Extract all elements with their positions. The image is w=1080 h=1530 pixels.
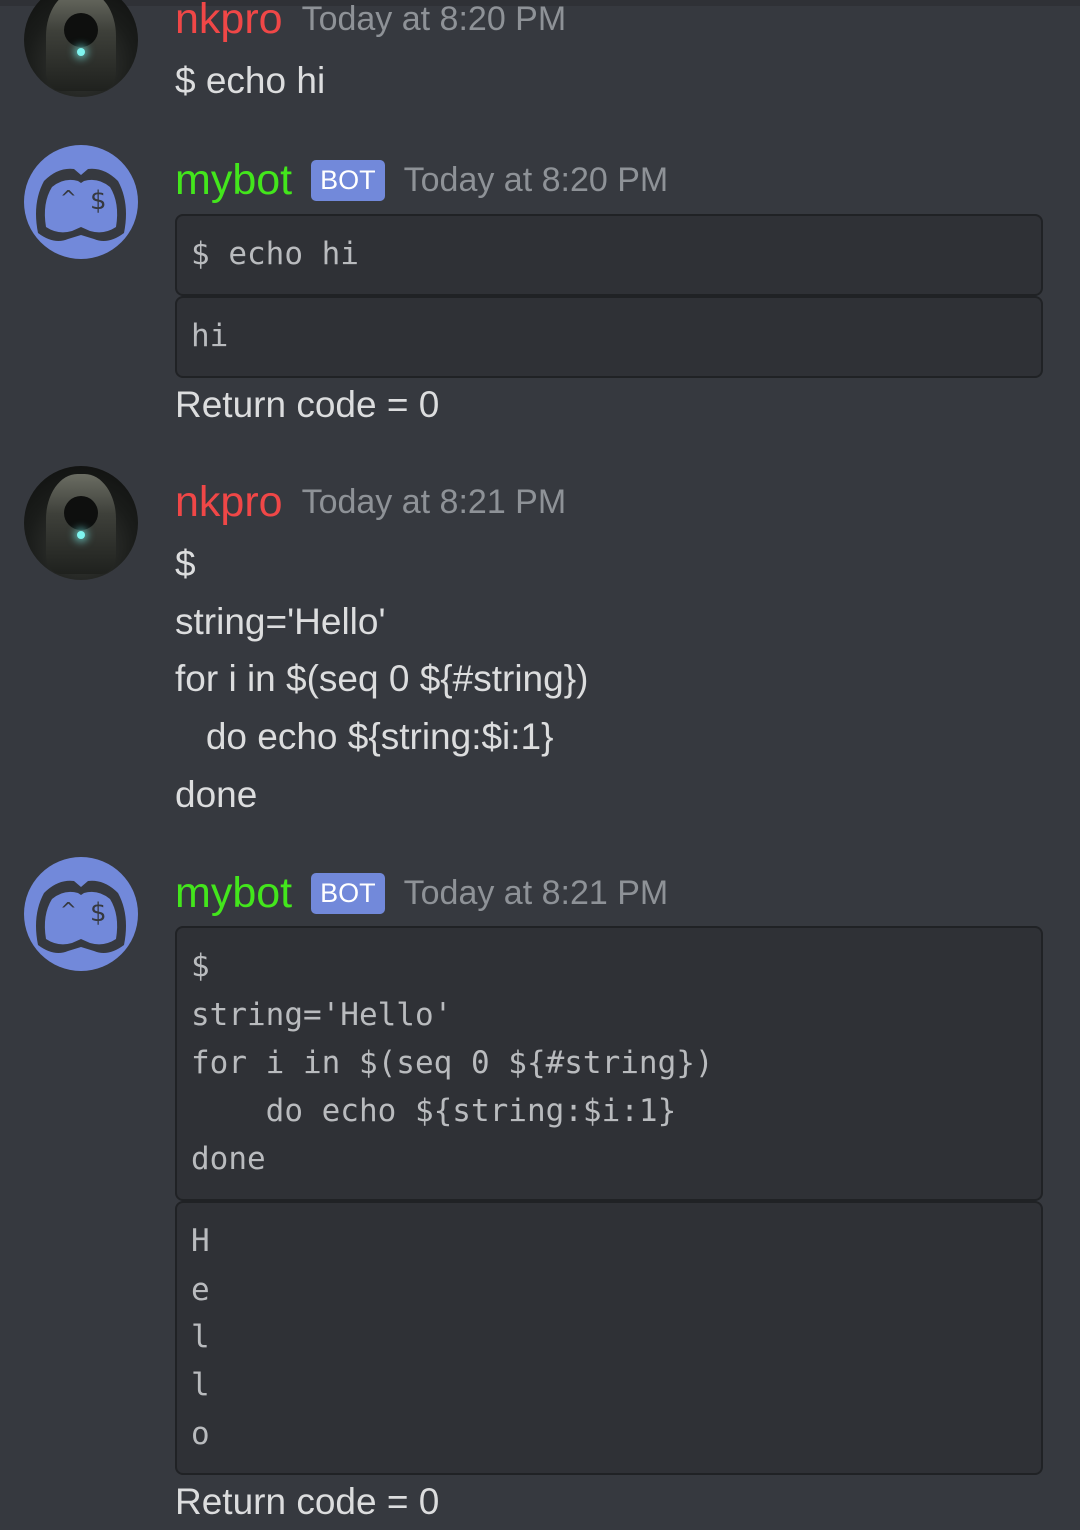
- command-codeblock: $ echo hi: [175, 214, 1043, 296]
- svg-text:^: ^: [60, 186, 77, 210]
- output-codeblock: hi: [175, 296, 1043, 378]
- timestamp: Today at 8:20 PM: [403, 161, 669, 199]
- code-line: o: [191, 1416, 210, 1452]
- message-text-line: $: [175, 543, 196, 584]
- user-avatar-icon[interactable]: [24, 466, 138, 580]
- message-text-line: $ echo hi: [175, 60, 326, 101]
- code-line: $: [191, 948, 210, 984]
- message-text-line: done: [175, 774, 258, 815]
- message-text-line: for i in $(seq 0 ${#string}): [175, 658, 589, 699]
- message-header: nkpro Today at 8:21 PM: [175, 477, 566, 527]
- return-code-text: Return code = 0: [175, 1481, 440, 1522]
- code-line: for i in $(seq 0 ${#string}): [191, 1045, 714, 1081]
- svg-text:$: $: [90, 898, 107, 928]
- message-text-line: do echo ${string:$i:1}: [175, 716, 554, 757]
- username[interactable]: nkpro: [175, 0, 283, 44]
- code-line: l: [191, 1319, 210, 1355]
- message-header: nkpro Today at 8:20 PM: [175, 0, 566, 44]
- bot-badge: BOT: [311, 159, 385, 201]
- username[interactable]: nkpro: [175, 477, 283, 527]
- code-line: $ echo hi: [191, 236, 359, 272]
- code-line: l: [191, 1367, 210, 1403]
- username[interactable]: mybot: [175, 868, 292, 918]
- code-line: e: [191, 1272, 210, 1308]
- output-codeblock: H e l l o: [175, 1201, 1043, 1475]
- svg-text:$: $: [90, 186, 107, 216]
- user-avatar-icon[interactable]: [24, 0, 138, 97]
- code-line: H: [191, 1223, 210, 1259]
- username[interactable]: mybot: [175, 155, 292, 205]
- bot-avatar-icon[interactable]: ^ $: [24, 145, 138, 259]
- code-line: hi: [191, 318, 229, 354]
- return-code-text: Return code = 0: [175, 384, 440, 425]
- timestamp: Today at 8:20 PM: [301, 0, 567, 38]
- code-line: string='Hello': [191, 997, 453, 1033]
- timestamp: Today at 8:21 PM: [403, 874, 669, 912]
- bot-avatar-icon[interactable]: ^ $: [24, 857, 138, 971]
- code-line: done: [191, 1141, 266, 1177]
- bot-badge: BOT: [311, 872, 385, 914]
- message-text-line: string='Hello': [175, 601, 386, 642]
- timestamp: Today at 8:21 PM: [301, 483, 567, 521]
- message-header: mybot BOT Today at 8:21 PM: [175, 868, 668, 918]
- message-header: mybot BOT Today at 8:20 PM: [175, 155, 668, 205]
- svg-text:^: ^: [60, 898, 77, 922]
- command-codeblock: $ string='Hello' for i in $(seq 0 ${#str…: [175, 926, 1043, 1201]
- code-line: do echo ${string:$i:1}: [191, 1093, 677, 1129]
